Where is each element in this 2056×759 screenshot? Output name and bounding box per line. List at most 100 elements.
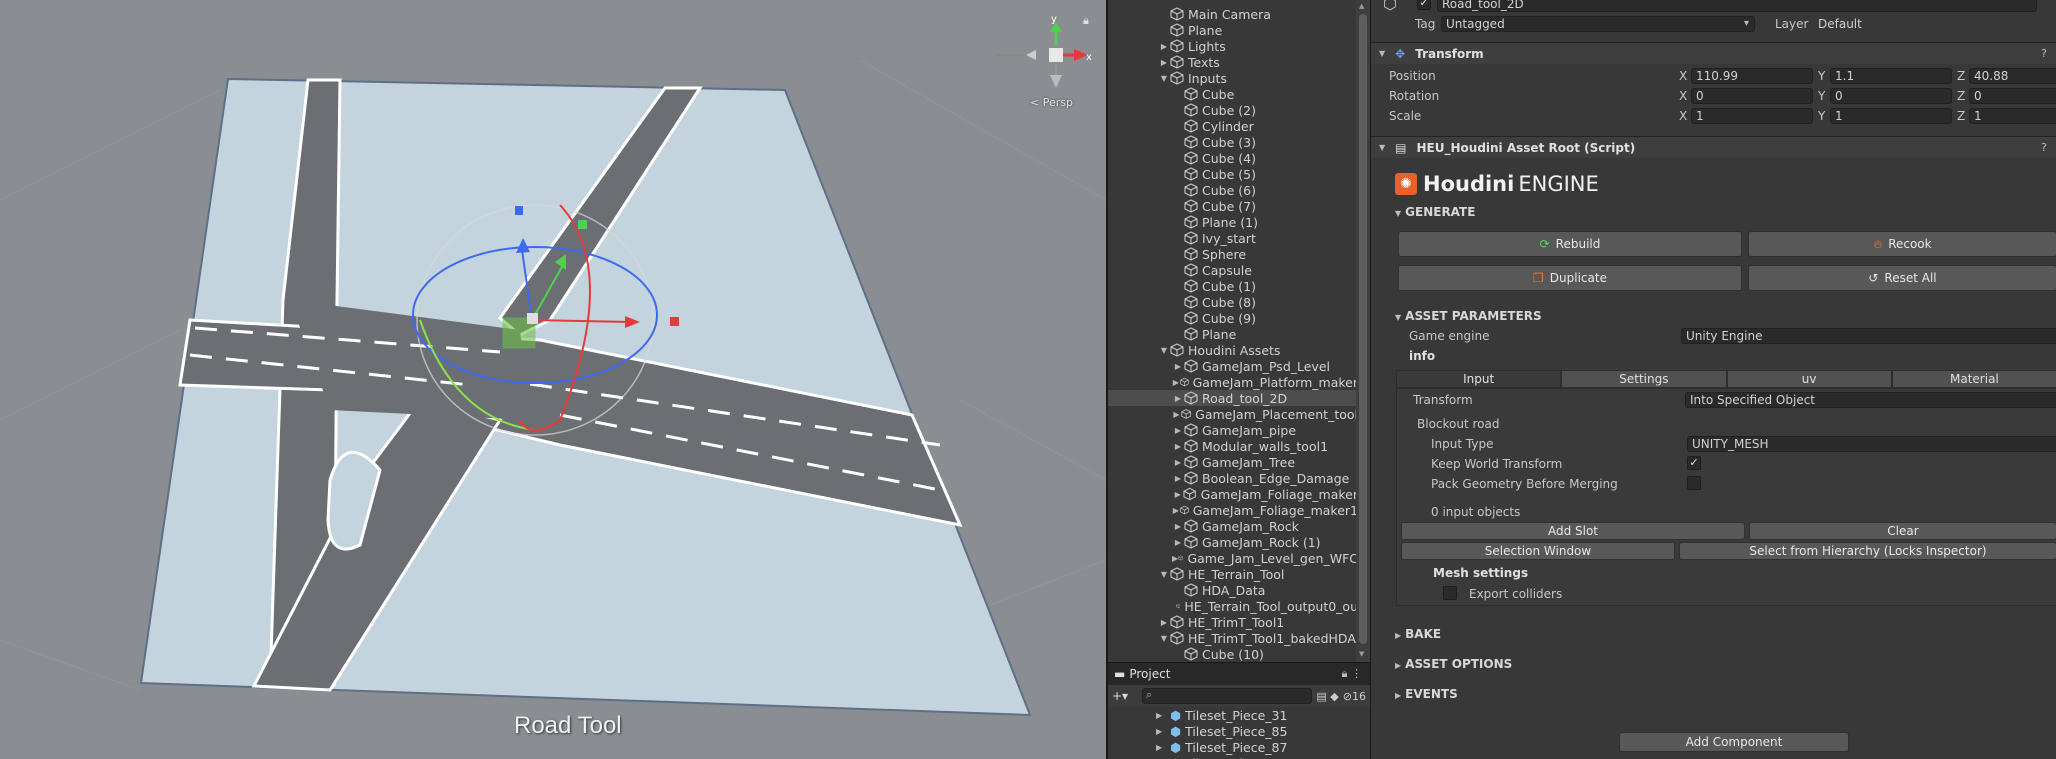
- hierarchy-item[interactable]: ▶ GameJam_Foliage_maker1: [1108, 502, 1358, 518]
- project-item[interactable]: ▶ ⬢ Tileset_Piece_87: [1108, 739, 1370, 755]
- orientation-gizmo[interactable]: x y: [995, 14, 1092, 88]
- hierarchy-item[interactable]: ▶ GameJam_Placement_tool: [1108, 406, 1358, 422]
- scroll-up-icon[interactable]: ▲: [1359, 2, 1364, 10]
- expand-arrow-icon[interactable]: ▶: [1172, 506, 1180, 515]
- select-from-hierarchy-button[interactable]: Select from Hierarchy (Locks Inspector): [1679, 542, 2056, 560]
- expand-arrow-icon[interactable]: ▶: [1172, 426, 1184, 435]
- hierarchy-item[interactable]: ▼ HE_Terrain_Tool: [1108, 566, 1358, 582]
- input-transform-field[interactable]: Into Specified Object: [1685, 392, 2056, 408]
- hierarchy-item[interactable]: Capsule: [1108, 262, 1358, 278]
- transform-y-field[interactable]: 1: [1830, 108, 1952, 124]
- hierarchy-item[interactable]: ▶ GameJam_Rock: [1108, 518, 1358, 534]
- expand-arrow-icon[interactable]: ▶: [1172, 458, 1184, 467]
- hierarchy-item[interactable]: Cube (3): [1108, 134, 1358, 150]
- scrollbar-thumb[interactable]: [1359, 14, 1367, 644]
- recook-button[interactable]: 🔥︎ Recook: [1748, 231, 2056, 257]
- generate-section[interactable]: ▼ GENERATE: [1395, 205, 1475, 219]
- hierarchy-item[interactable]: ▶ GameJam_Rock (1): [1108, 534, 1358, 550]
- project-item[interactable]: ▶⬢Tileset_Piece_95: [1108, 755, 1370, 759]
- transform-z-field[interactable]: 0: [1969, 88, 2056, 104]
- hierarchy-item[interactable]: Plane: [1108, 22, 1358, 38]
- hierarchy-item[interactable]: Main Camera: [1108, 6, 1358, 22]
- hierarchy-item[interactable]: Cube: [1108, 86, 1358, 102]
- expand-arrow-icon[interactable]: ▶: [1172, 474, 1184, 483]
- active-checkbox[interactable]: ✓: [1417, 0, 1431, 10]
- expand-arrow-icon[interactable]: ▶: [1172, 538, 1184, 547]
- hierarchy-item[interactable]: ▼ Inputs: [1108, 70, 1358, 86]
- collapse-arrow-icon[interactable]: ▼: [1158, 346, 1170, 355]
- keep-world-transform-checkbox[interactable]: ✓: [1687, 456, 1701, 470]
- events-section[interactable]: ▶ EVENTS: [1395, 687, 1458, 701]
- collapse-arrow-icon[interactable]: ▼: [1158, 570, 1170, 579]
- projection-toggle[interactable]: < Persp: [1030, 96, 1073, 109]
- expand-arrow-icon[interactable]: ▶: [1172, 378, 1180, 387]
- help-icon[interactable]: ?: [2041, 47, 2047, 60]
- layer-dropdown[interactable]: Default: [1813, 16, 2056, 32]
- tab-material[interactable]: Material: [1891, 370, 2056, 388]
- clear-button[interactable]: Clear: [1749, 522, 2056, 540]
- hierarchy-item[interactable]: ▶ GameJam_Tree: [1108, 454, 1358, 470]
- help-icon[interactable]: ?: [2041, 141, 2047, 154]
- expand-arrow-icon[interactable]: ▶: [1158, 42, 1170, 51]
- hierarchy-item[interactable]: Ivy_start: [1108, 230, 1358, 246]
- hierarchy-item[interactable]: ▶ Modular_walls_tool1: [1108, 438, 1358, 454]
- foldout-arrow-icon[interactable]: ▼: [1379, 49, 1385, 58]
- expand-arrow-icon[interactable]: ▶: [1172, 442, 1184, 451]
- hierarchy-item[interactable]: ▶ GameJam_pipe: [1108, 422, 1358, 438]
- hierarchy-item[interactable]: Cylinder: [1108, 118, 1358, 134]
- tab-input[interactable]: Input: [1396, 370, 1562, 388]
- hidden-packages-toggle[interactable]: ⊘16: [1343, 690, 1366, 703]
- hierarchy-item[interactable]: ▶ Boolean_Edge_Damage: [1108, 470, 1358, 486]
- expand-arrow-icon[interactable]: ▶: [1172, 362, 1184, 371]
- expand-arrow-icon[interactable]: ▶: [1172, 394, 1184, 403]
- object-name-field[interactable]: Road_tool_2D: [1437, 0, 2037, 12]
- hierarchy-item[interactable]: HE_Terrain_Tool_output0_ou: [1108, 598, 1358, 614]
- collapse-arrow-icon[interactable]: ▼: [1158, 74, 1170, 83]
- foldout-arrow-icon[interactable]: ▼: [1379, 143, 1385, 152]
- hierarchy-item[interactable]: ▶ Texts: [1108, 54, 1358, 70]
- hierarchy-item[interactable]: Plane: [1108, 326, 1358, 342]
- expand-arrow-icon[interactable]: ▶: [1172, 522, 1184, 531]
- hierarchy-item[interactable]: ▶ GameJam_Platform_maker: [1108, 374, 1358, 390]
- hierarchy-item[interactable]: Cube (6): [1108, 182, 1358, 198]
- hierarchy-item[interactable]: ▶ Lights: [1108, 38, 1358, 54]
- project-search-input[interactable]: [1142, 688, 1313, 704]
- tab-project[interactable]: ▬ Project: [1114, 667, 1170, 681]
- collapse-arrow-icon[interactable]: ▼: [1158, 634, 1170, 643]
- input-type-field[interactable]: UNITY_MESH: [1687, 436, 2056, 452]
- lock-icon[interactable]: 🔒︎ ⋮: [1342, 667, 1362, 681]
- transform-z-field[interactable]: 1: [1969, 108, 2056, 124]
- duplicate-button[interactable]: ❐ Duplicate: [1398, 265, 1742, 291]
- tag-dropdown[interactable]: Untagged: [1441, 16, 1755, 32]
- transform-y-field[interactable]: 1.1: [1830, 68, 1952, 84]
- reset-all-button[interactable]: ↺ Reset All: [1748, 265, 2056, 291]
- selection-window-button[interactable]: Selection Window: [1401, 542, 1675, 560]
- hierarchy-item[interactable]: Cube (7): [1108, 198, 1358, 214]
- project-item[interactable]: ▶ ⬢ Tileset_Piece_85: [1108, 723, 1370, 739]
- rebuild-button[interactable]: ⟳ Rebuild: [1398, 231, 1742, 257]
- hierarchy-item[interactable]: ▶ HE_TrimT_Tool1: [1108, 614, 1358, 630]
- scene-canvas[interactable]: x y: [0, 0, 1106, 759]
- expand-arrow-icon[interactable]: ▶: [1156, 727, 1162, 736]
- lock-icon[interactable]: 🔒︎: [1083, 14, 1089, 28]
- expand-arrow-icon[interactable]: ▶: [1158, 58, 1170, 67]
- transform-z-field[interactable]: 40.88: [1969, 68, 2056, 84]
- add-slot-button[interactable]: Add Slot: [1401, 522, 1745, 540]
- add-component-button[interactable]: Add Component: [1619, 732, 1849, 752]
- hierarchy-item[interactable]: ▶ GameJam_Psd_Level: [1108, 358, 1358, 374]
- hierarchy-item[interactable]: ▶ Road_tool_2D: [1108, 390, 1358, 406]
- tab-settings[interactable]: Settings: [1561, 370, 1727, 388]
- project-item[interactable]: ▶ ⬢ Tileset_Piece_31: [1108, 707, 1370, 723]
- scroll-down-icon[interactable]: ▼: [1359, 650, 1364, 658]
- hierarchy-item[interactable]: Plane (1): [1108, 214, 1358, 230]
- asset-options-section[interactable]: ▶ ASSET OPTIONS: [1395, 657, 1512, 671]
- hierarchy-item[interactable]: Cube (2): [1108, 102, 1358, 118]
- hierarchy-item[interactable]: HDA_Data: [1108, 582, 1358, 598]
- bake-section[interactable]: ▶ BAKE: [1395, 627, 1441, 641]
- expand-arrow-icon[interactable]: ▶: [1156, 711, 1162, 720]
- hierarchy-item[interactable]: Cube (8): [1108, 294, 1358, 310]
- hierarchy-item[interactable]: ▼ Houdini Assets: [1108, 342, 1358, 358]
- game-engine-field[interactable]: Unity Engine: [1681, 328, 2056, 344]
- hierarchy-item[interactable]: ▼ HE_TrimT_Tool1_bakedHDA: [1108, 630, 1358, 646]
- expand-arrow-icon[interactable]: ▶: [1172, 490, 1183, 499]
